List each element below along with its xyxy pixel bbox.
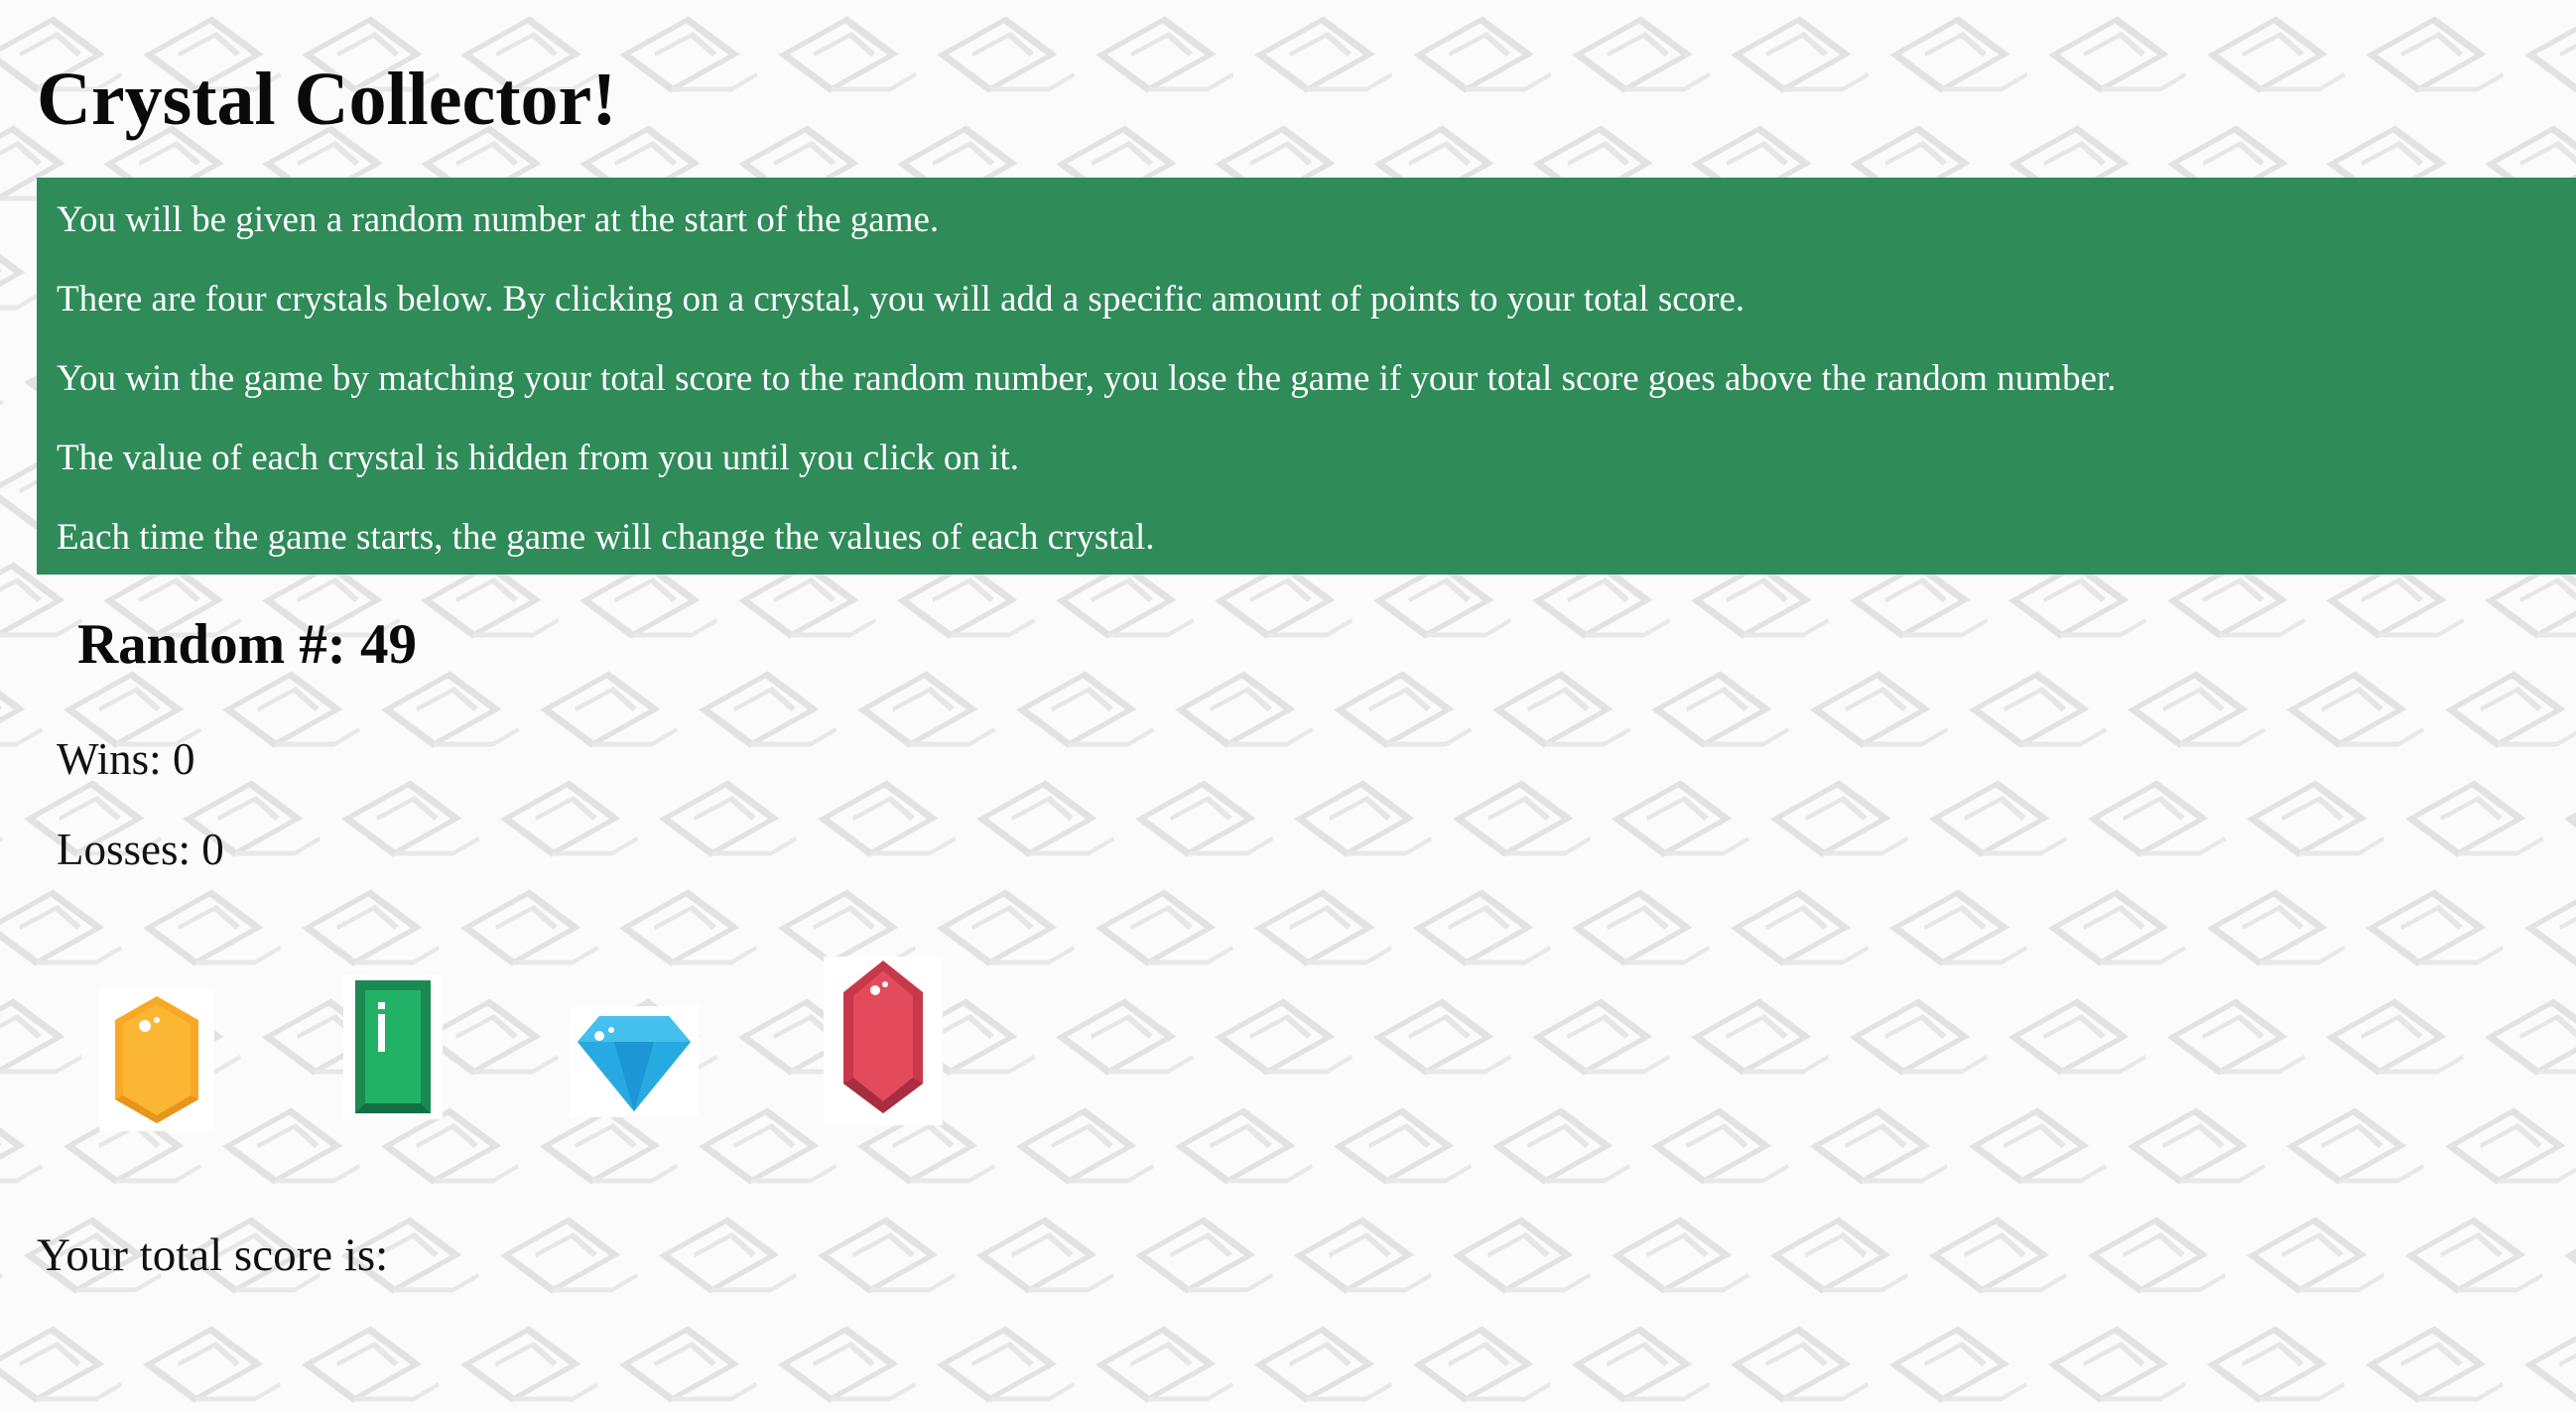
instruction-line: The value of each crystal is hidden from…: [57, 438, 1019, 478]
red-ruby-icon: [843, 961, 923, 1113]
total-score-label: Your total score is:: [37, 1229, 389, 1281]
page-content: Crystal Collector! You will be given a r…: [0, 0, 2576, 1411]
crystal-red-button[interactable]: [824, 957, 943, 1125]
blue-diamond-icon: [578, 1016, 691, 1111]
instruction-line: There are four crystals below. By clicki…: [57, 279, 1745, 320]
instruction-line: You will be given a random number at the…: [57, 199, 940, 240]
wins-counter: Wins: 0: [57, 734, 195, 784]
green-emerald-icon: [355, 980, 431, 1113]
yellow-gem-icon: [115, 996, 198, 1123]
instruction-line: You win the game by matching your total …: [57, 358, 2117, 399]
instruction-line: Each time the game starts, the game will…: [57, 517, 1155, 558]
crystal-blue-button[interactable]: [570, 1006, 699, 1117]
instructions-panel: You will be given a random number at the…: [37, 178, 2576, 575]
random-number: Random #: 49: [77, 613, 418, 676]
crystal-yellow-button[interactable]: [99, 988, 214, 1131]
losses-counter: Losses: 0: [57, 825, 224, 874]
crystal-green-button[interactable]: [343, 974, 443, 1119]
page-title: Crystal Collector!: [37, 58, 617, 141]
